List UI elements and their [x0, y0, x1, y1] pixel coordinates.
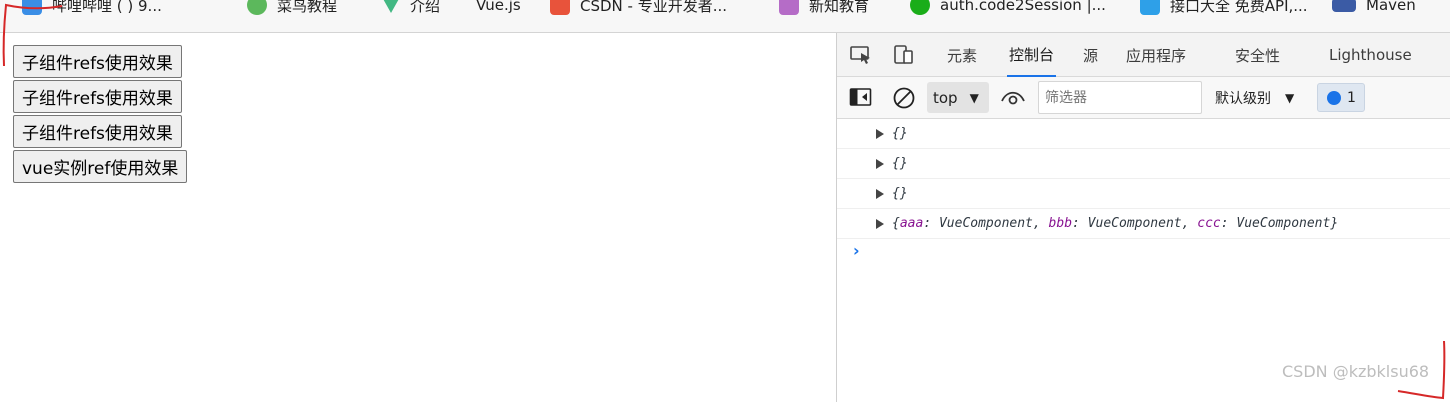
child-refs-button-2[interactable]: 子组件refs使用效果 [13, 80, 182, 113]
message-icon [1327, 90, 1341, 105]
console-log-line[interactable]: {aaa: VueComponent, bbb: VueComponent, c… [837, 209, 1450, 239]
chevron-down-icon: ▼ [969, 90, 979, 105]
devtools-panel: 元素 控制台 源 应用程序 安全性 Lighthouse top ▼ 默认级别 … [836, 33, 1450, 402]
console-log-line[interactable]: {} [837, 119, 1450, 149]
page-content: 子组件refs使用效果 子组件refs使用效果 子组件refs使用效果 vue实… [0, 33, 836, 402]
tab-console[interactable]: 控制台 [1007, 33, 1057, 77]
watermark: CSDN @kzbklsu68 [1282, 362, 1430, 381]
bookmark-api[interactable]: 接口大全 免费API,... [1140, 0, 1308, 17]
tab-sources[interactable]: 源 [1083, 33, 1098, 77]
bookmark-csdn[interactable]: CSDN - 专业开发者... [550, 0, 727, 17]
xinzhi-icon [779, 0, 799, 15]
sidebar-toggle-icon[interactable] [849, 87, 873, 107]
bookmark-xinzhi[interactable]: 新知教育 [779, 0, 869, 17]
tab-application[interactable]: 应用程序 [1126, 33, 1186, 77]
live-expression-eye-icon[interactable] [1000, 88, 1026, 108]
expand-triangle-icon[interactable] [876, 218, 884, 229]
devtools-tab-bar: 元素 控制台 源 应用程序 安全性 Lighthouse [837, 33, 1450, 77]
api-icon [1140, 0, 1160, 15]
bookmark-auth-code2session[interactable]: auth.code2Session |... [910, 0, 1106, 17]
console-log-line[interactable]: {} [837, 149, 1450, 179]
chevron-down-icon: ▼ [1285, 90, 1295, 105]
child-refs-button-3[interactable]: 子组件refs使用效果 [13, 115, 182, 148]
tab-elements[interactable]: 元素 [947, 33, 977, 77]
red-annotation-mark [2, 3, 63, 67]
bookmark-runoob[interactable]: 菜鸟教程 [247, 0, 337, 17]
console-filter-input[interactable] [1038, 81, 1202, 114]
wechat-icon [910, 0, 930, 15]
bookmark-maven[interactable]: Maven [1332, 0, 1416, 17]
clear-console-icon[interactable] [892, 86, 916, 110]
vue-icon [382, 0, 400, 13]
csdn-icon [550, 0, 570, 15]
maven-icon [1332, 0, 1356, 12]
bookmark-intro[interactable]: 介绍 [382, 0, 440, 17]
bookmark-vuejs[interactable]: Vue.js [476, 0, 521, 17]
expand-triangle-icon[interactable] [876, 158, 884, 169]
vue-instance-ref-button[interactable]: vue实例ref使用效果 [13, 150, 188, 183]
tab-security[interactable]: 安全性 [1235, 33, 1280, 77]
expand-triangle-icon[interactable] [876, 188, 884, 199]
console-prompt[interactable]: › [853, 241, 860, 260]
device-toolbar-icon[interactable] [892, 44, 916, 66]
console-log-line[interactable]: {} [837, 179, 1450, 209]
context-selector[interactable]: top ▼ [927, 82, 989, 113]
console-toolbar: top ▼ 默认级别 ▼ 1 [837, 77, 1450, 119]
inspect-element-icon[interactable] [849, 44, 873, 66]
tab-lighthouse[interactable]: Lighthouse [1329, 33, 1412, 77]
runoob-icon [247, 0, 267, 15]
bookmarks-bar: 哔哩哔哩 ( ) 9... 菜鸟教程 介绍 Vue.js CSDN - 专业开发… [0, 0, 1450, 33]
expand-triangle-icon[interactable] [876, 128, 884, 139]
log-level-dropdown[interactable]: 默认级别 ▼ [1215, 82, 1294, 113]
issues-badge[interactable]: 1 [1317, 83, 1365, 112]
